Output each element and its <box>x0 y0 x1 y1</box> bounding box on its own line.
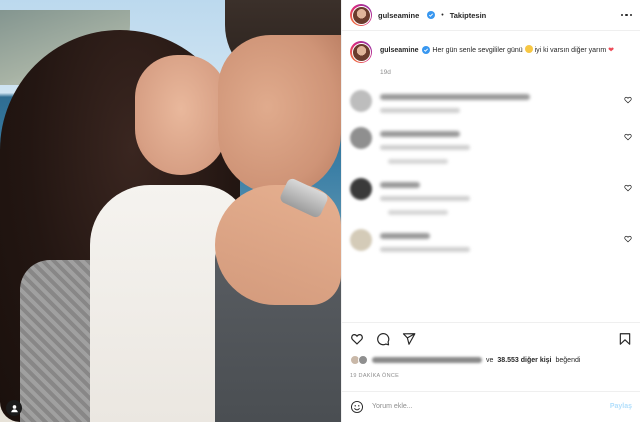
more-options-icon[interactable] <box>620 13 632 17</box>
likes-prefix: ve <box>486 356 494 364</box>
like-comment-icon[interactable] <box>624 184 632 192</box>
tagged-users-button[interactable] <box>6 400 22 416</box>
caption-time: 19d <box>380 69 391 76</box>
post-timestamp: 19 DAKİKA ÖNCE <box>350 373 400 379</box>
blurred-view-replies[interactable] <box>388 159 448 164</box>
photo-man-face <box>218 35 341 195</box>
comment-input[interactable]: Yorum ekle... <box>372 403 602 410</box>
post-photo[interactable] <box>0 0 341 422</box>
blurred-comment-text <box>380 233 430 239</box>
caption-text-part1: Her gün senle sevgililer günü <box>432 47 523 54</box>
liker-avatar <box>358 355 368 365</box>
blurred-comment-text <box>380 94 530 100</box>
save-bookmark-icon[interactable] <box>618 332 632 346</box>
user-icon <box>10 404 18 412</box>
post-view: gulseamine • Takiptesin gulseamine Her g… <box>0 0 640 422</box>
comment-item <box>350 229 632 252</box>
share-paper-plane-icon[interactable] <box>402 332 416 346</box>
add-comment-bar: Yorum ekle... Paylaş <box>342 391 640 421</box>
blurred-comment-meta <box>380 247 470 252</box>
post-side-panel: gulseamine • Takiptesin gulseamine Her g… <box>341 0 640 422</box>
verified-badge-icon <box>422 46 431 55</box>
comment-avatar[interactable] <box>350 229 372 251</box>
comment-item <box>350 90 632 113</box>
likes-suffix: beğendi <box>555 356 581 364</box>
like-comment-icon[interactable] <box>624 235 632 243</box>
heart-eyes-emoji-icon <box>524 45 533 53</box>
comment-avatar[interactable] <box>350 90 372 112</box>
post-comment-button[interactable]: Paylaş <box>610 403 632 410</box>
post-header: gulseamine • Takiptesin <box>342 0 640 31</box>
author-username[interactable]: gulseamine <box>378 11 419 20</box>
comments-list[interactable]: gulseamine Her gün senle sevgililer günü… <box>342 31 640 322</box>
blurred-comment-meta <box>380 145 470 150</box>
blurred-comment-meta <box>380 196 470 201</box>
comment-avatar[interactable] <box>350 127 372 149</box>
like-comment-icon[interactable] <box>624 133 632 141</box>
verified-badge-icon <box>427 11 436 19</box>
blurred-comment-meta <box>380 108 460 113</box>
photo-woman-face <box>135 55 227 175</box>
caption-username[interactable]: gulseamine <box>380 47 419 54</box>
post-caption: gulseamine Her gün senle sevgililer günü… <box>350 41 632 63</box>
post-actions: ve 38.553 diğer kişi beğendi 19 DAKİKA Ö… <box>342 322 640 422</box>
comment-avatar[interactable] <box>350 178 372 200</box>
like-comment-icon[interactable] <box>624 96 632 104</box>
blurred-view-replies[interactable] <box>388 210 448 215</box>
comment-item <box>350 127 632 164</box>
red-heart-emoji-icon: ❤ <box>608 47 615 54</box>
likes-count[interactable]: 38.553 diğer kişi <box>497 357 551 364</box>
caption-text-part2: iyi ki varsın diğer yarım <box>534 47 607 54</box>
author-avatar[interactable] <box>350 4 372 26</box>
comment-bubble-icon[interactable] <box>376 332 390 346</box>
blurred-comment-text <box>380 182 420 188</box>
blurred-liker-username[interactable] <box>372 357 482 363</box>
emoji-picker-icon[interactable] <box>350 400 364 414</box>
following-button[interactable]: Takiptesin <box>450 11 487 20</box>
like-heart-icon[interactable] <box>350 332 364 346</box>
likes-summary: ve 38.553 diğer kişi beğendi <box>350 355 632 365</box>
caption-avatar[interactable] <box>350 41 372 63</box>
blurred-comment-text <box>380 131 460 137</box>
header-separator: • <box>441 11 444 19</box>
comment-item <box>350 178 632 215</box>
